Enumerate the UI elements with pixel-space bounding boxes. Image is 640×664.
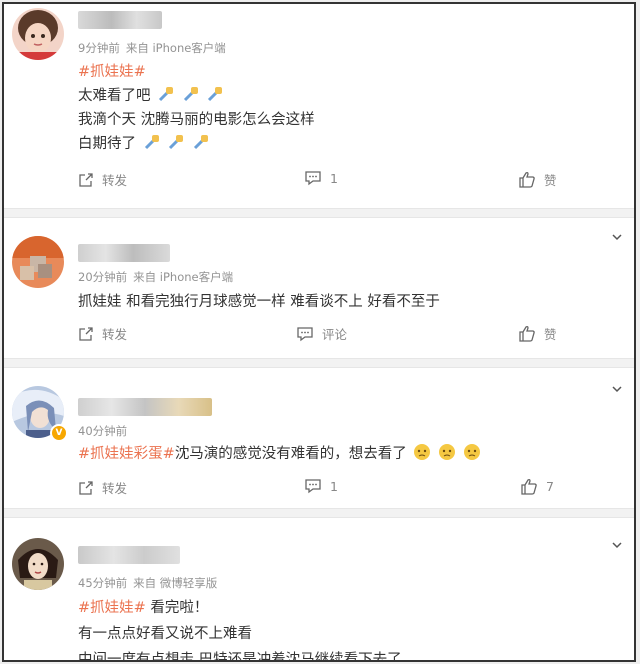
post-text-line: 白期待了	[78, 132, 210, 153]
post-source: 来自 微博轻享版	[133, 576, 218, 590]
post-separator	[4, 208, 634, 218]
comment-label: 评论	[322, 327, 348, 342]
comment-icon	[305, 479, 321, 494]
post-card: 45分钟前 来自 微博轻享版 #抓娃娃# 看完啦！ 有一点点好看又说不上难看 中间…	[4, 518, 634, 662]
post-text-line: 中间一度有点想走 巴特还是冲着沈马继续看下去了	[78, 648, 402, 662]
avatar[interactable]	[12, 8, 64, 60]
fist-emoji-icon	[169, 135, 184, 150]
like-button[interactable]: 赞	[518, 324, 557, 343]
post-text-line: 抓娃娃 和看完独行月球感觉一样 难看谈不上 好看不至于	[78, 290, 440, 311]
awkward-face-emoji-icon	[463, 444, 480, 460]
post-meta: 20分钟前 来自 iPhone客户端	[78, 269, 239, 285]
post-separator	[4, 358, 634, 368]
post-text: 抓娃娃 和看完独行月球感觉一样 难看谈不上 好看不至于	[78, 294, 440, 310]
post-card: 20分钟前 来自 iPhone客户端 抓娃娃 和看完独行月球感觉一样 难看谈不上 …	[4, 218, 634, 358]
post-source: 来自 iPhone客户端	[125, 41, 226, 55]
thumbs-up-icon	[519, 326, 535, 342]
like-count: 7	[546, 479, 554, 494]
post-meta: 9分钟前 来自 iPhone客户端	[78, 40, 232, 56]
post-meta: 40分钟前	[78, 423, 139, 439]
fist-emoji-icon	[159, 87, 174, 102]
hashtag-link[interactable]: #抓娃娃#	[78, 64, 146, 80]
weibo-comment-feed: 9分钟前 来自 iPhone客户端 #抓娃娃# 太难看了吧 我滴个天 沈腾马丽的电…	[2, 2, 636, 662]
post-time: 9分钟前	[78, 41, 120, 55]
thumbs-up-icon	[519, 172, 535, 188]
post-actions: 转发 1 赞	[4, 170, 634, 194]
comment-icon	[305, 171, 321, 186]
post-time: 20分钟前	[78, 270, 128, 284]
like-button[interactable]: 7	[520, 478, 554, 495]
fist-emoji-icon	[208, 87, 223, 102]
post-meta: 45分钟前 来自 微博轻享版	[78, 575, 223, 591]
like-label: 赞	[544, 327, 557, 342]
repost-icon	[79, 172, 93, 187]
post-text-line: #抓娃娃#	[78, 60, 146, 81]
thumbs-up-icon	[521, 479, 537, 495]
repost-icon	[79, 326, 93, 341]
comment-button[interactable]: 评论	[296, 324, 347, 343]
awkward-face-emoji-icon	[439, 444, 456, 460]
post-time: 45分钟前	[78, 576, 128, 590]
post-text: 白期待了	[78, 136, 136, 152]
post-separator	[4, 508, 634, 518]
post-card: 9分钟前 来自 iPhone客户端 #抓娃娃# 太难看了吧 我滴个天 沈腾马丽的电…	[4, 4, 634, 208]
chevron-down-icon[interactable]	[612, 232, 622, 242]
post-time: 40分钟前	[78, 424, 128, 438]
avatar[interactable]	[12, 236, 64, 288]
repost-button[interactable]: 转发	[78, 170, 127, 189]
comment-count: 1	[330, 478, 338, 494]
repost-button[interactable]: 转发	[78, 324, 127, 343]
like-label: 赞	[544, 173, 557, 188]
post-actions: 转发 1 7	[4, 478, 634, 502]
blurred-username[interactable]	[78, 546, 180, 564]
post-text: 太难看了吧	[78, 88, 151, 104]
post-text: 看完啦！	[145, 600, 209, 616]
post-source: 来自 iPhone客户端	[133, 270, 234, 284]
post-text-line: 太难看了吧	[78, 84, 224, 105]
comment-button[interactable]: 1	[304, 170, 338, 186]
awkward-face-emoji-icon	[414, 444, 431, 460]
post-text: 中间一度有点想走 巴特还是冲着沈马继续看下去了	[78, 652, 402, 662]
repost-label: 转发	[102, 327, 128, 342]
post-text-line: 有一点点好看又说不上难看	[78, 622, 252, 643]
post-actions: 转发 评论 赞	[4, 324, 634, 348]
blurred-username[interactable]	[78, 398, 212, 416]
post-text-line: #抓娃娃# 看完啦！	[78, 596, 208, 617]
comment-icon	[297, 326, 313, 341]
repost-label: 转发	[102, 481, 128, 496]
post-text: 沈马演的感觉没有难看的，想去看了	[174, 446, 407, 462]
fist-emoji-icon	[183, 87, 198, 102]
chevron-down-icon[interactable]	[612, 540, 622, 550]
repost-icon	[79, 480, 93, 495]
hashtag-link[interactable]: #抓娃娃彩蛋#	[78, 446, 175, 462]
post-text-line: 我滴个天 沈腾马丽的电影怎么会这样	[78, 108, 315, 129]
blurred-username[interactable]	[78, 244, 170, 262]
avatar[interactable]	[12, 538, 64, 590]
comment-count: 1	[330, 170, 338, 186]
hashtag-link[interactable]: #抓娃娃#	[78, 600, 146, 616]
post-card: V 40分钟前 #抓娃娃彩蛋#沈马演的感觉没有难看的，想去看了 转发 1 7	[4, 368, 634, 508]
repost-label: 转发	[102, 173, 128, 188]
post-text-line: #抓娃娃彩蛋#沈马演的感觉没有难看的，想去看了	[78, 442, 481, 463]
verified-badge-icon: V	[50, 424, 68, 442]
post-text: 有一点点好看又说不上难看	[78, 626, 252, 642]
repost-button[interactable]: 转发	[78, 478, 127, 497]
blurred-username[interactable]	[78, 11, 162, 29]
like-button[interactable]: 赞	[518, 170, 557, 189]
comment-button[interactable]: 1	[304, 478, 338, 494]
post-text: 我滴个天 沈腾马丽的电影怎么会这样	[78, 112, 315, 128]
chevron-down-icon[interactable]	[612, 384, 622, 394]
fist-emoji-icon	[193, 135, 208, 150]
fist-emoji-icon	[144, 135, 159, 150]
